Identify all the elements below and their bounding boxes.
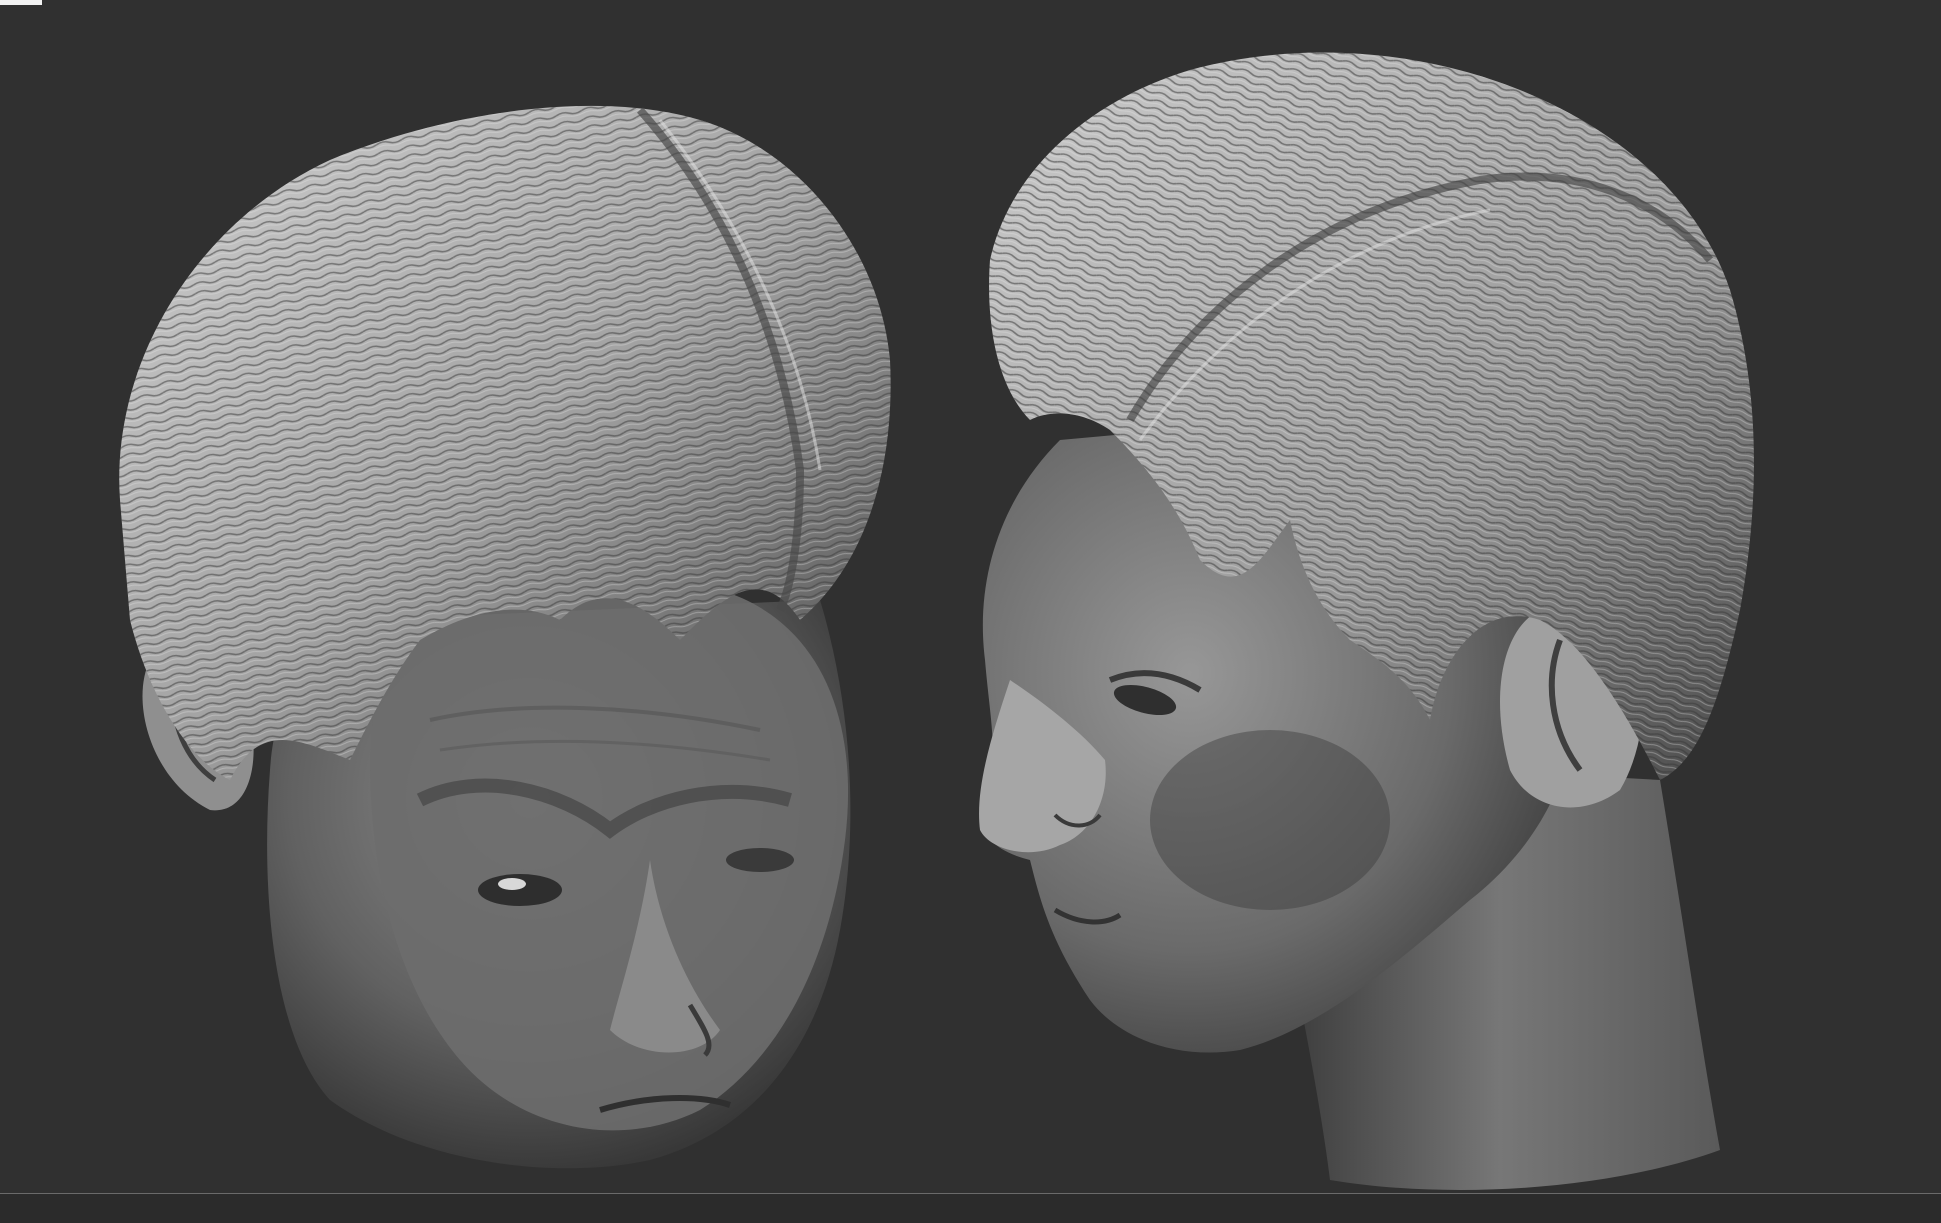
sculpt-viewport[interactable] xyxy=(0,0,1941,1193)
head-model-right[interactable] xyxy=(979,52,1754,1190)
left-eye-socket xyxy=(478,874,562,906)
sculpt-canvas xyxy=(119,52,1754,1190)
status-bar xyxy=(0,1193,1941,1223)
head-model-left[interactable] xyxy=(119,105,891,1169)
